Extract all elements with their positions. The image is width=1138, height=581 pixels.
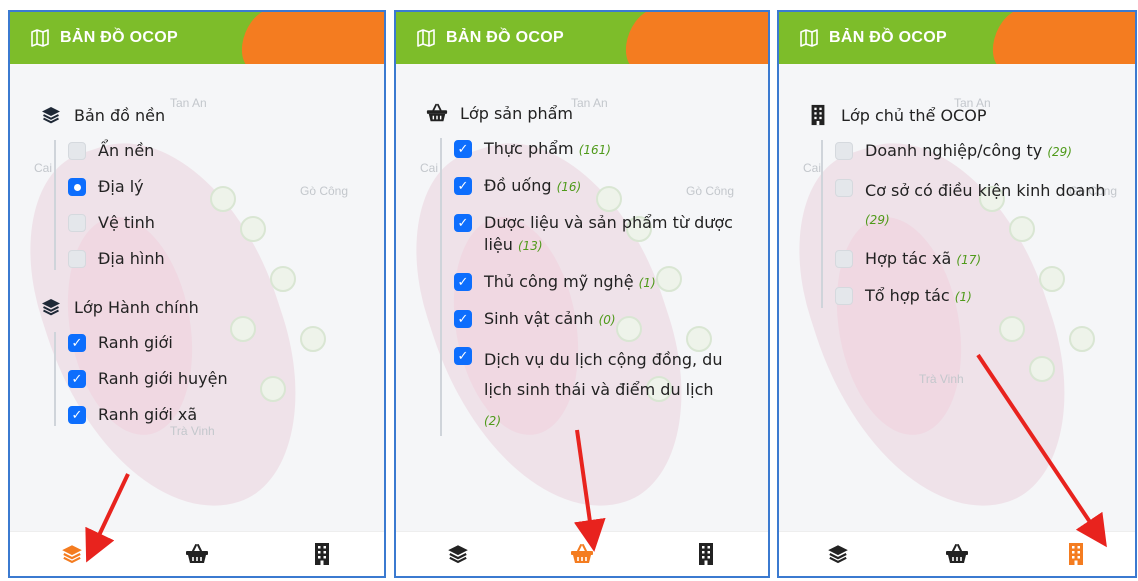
layer-toolbar <box>779 531 1135 576</box>
count-badge: (1) <box>638 276 656 290</box>
toolbar-basket-button[interactable] <box>942 539 972 569</box>
checkbox-checked[interactable]: ✓ <box>454 310 472 328</box>
admin-option-commune-boundary[interactable]: ✓ Ranh giới xã <box>68 404 374 426</box>
basket-icon <box>571 544 593 563</box>
count-badge: (29) <box>1047 145 1072 159</box>
section-admin-label: Lớp Hành chính <box>74 297 199 317</box>
count-badge: (1) <box>954 290 972 304</box>
count-badge: (17) <box>956 253 982 267</box>
map-icon <box>31 29 49 47</box>
entity-option-cooperative[interactable]: Hợp tác xã (17) <box>835 248 1127 271</box>
app-header: BẢN ĐỒ OCOP <box>396 12 768 64</box>
section-products-label: Lớp sản phẩm <box>460 103 573 123</box>
product-option-handicraft[interactable]: ✓ Thủ công mỹ nghệ (1) <box>454 271 746 294</box>
layers-icon <box>42 299 60 316</box>
app-header: BẢN ĐỒ OCOP <box>779 12 1135 64</box>
section-products-title: Lớp sản phẩm <box>426 102 746 124</box>
basemap-option-geography[interactable]: Địa lý <box>68 176 374 198</box>
building-icon <box>314 543 329 565</box>
basket-icon <box>945 544 968 563</box>
product-option-tourism[interactable]: ✓ Dịch vụ du lịch cộng đồng, du lịch sin… <box>454 345 746 436</box>
layers-icon <box>828 545 849 564</box>
basket-icon <box>185 544 208 563</box>
layer-panel-products: Tan An Gò Công Cai BẢN ĐỒ OCOP Lớp sản p… <box>394 10 770 578</box>
toolbar-basket-button[interactable] <box>182 539 212 569</box>
map-icon <box>417 29 435 47</box>
radio-selected[interactable] <box>68 178 86 196</box>
toolbar-layers-button[interactable] <box>443 539 473 569</box>
count-badge: (0) <box>598 313 616 327</box>
app-title: BẢN ĐỒ OCOP <box>446 29 564 46</box>
layer-toolbar <box>10 531 384 576</box>
product-option-drinks[interactable]: ✓ Đồ uống (16) <box>454 175 746 198</box>
building-icon <box>811 104 825 126</box>
building-icon <box>1068 543 1083 565</box>
entity-option-enterprise[interactable]: Doanh nghiệp/công ty (29) <box>835 140 1127 163</box>
checkbox-checked[interactable]: ✓ <box>454 347 472 365</box>
count-badge: (2) <box>484 414 501 428</box>
section-admin-title: Lớp Hành chính <box>40 296 374 318</box>
count-badge: (29) <box>865 213 890 227</box>
layers-icon <box>62 545 83 564</box>
count-badge: (16) <box>556 180 582 194</box>
toolbar-layers-button[interactable] <box>57 539 87 569</box>
basket-icon <box>426 103 448 122</box>
basemap-option-none[interactable]: Ẩn nền <box>68 140 374 162</box>
radio-unselected[interactable] <box>68 142 86 160</box>
checkbox-checked[interactable]: ✓ <box>454 214 472 232</box>
layer-panel-ocop-entities: Tan An Gò Công Cai Trà Vinh BẢN ĐỒ OCOP … <box>777 10 1137 578</box>
map-icon <box>800 29 818 47</box>
product-option-food[interactable]: ✓ Thực phẩm (161) <box>454 138 746 161</box>
entity-option-business-establishment[interactable]: Cơ sở có điều kiện kinh doanh (29) <box>835 177 1127 234</box>
product-options: ✓ Thực phẩm (161) ✓ Đồ uống (16) ✓ Dược … <box>440 138 746 436</box>
toolbar-building-button[interactable] <box>307 539 337 569</box>
admin-option-district-boundary[interactable]: ✓ Ranh giới huyện <box>68 368 374 390</box>
section-basemap-label: Bản đồ nền <box>74 105 166 125</box>
layers-icon <box>448 545 468 564</box>
app-title: BẢN ĐỒ OCOP <box>829 29 947 46</box>
count-badge: (13) <box>517 239 543 253</box>
checkbox-checked[interactable]: ✓ <box>454 177 472 195</box>
app-title: BẢN ĐỒ OCOP <box>60 29 178 46</box>
radio-unselected[interactable] <box>68 250 86 268</box>
checkbox-unchecked[interactable] <box>835 142 853 160</box>
section-entities-label: Lớp chủ thể OCOP <box>841 105 987 125</box>
product-option-ornamental[interactable]: ✓ Sinh vật cảnh (0) <box>454 308 746 331</box>
layers-icon <box>42 107 60 124</box>
checkbox-checked[interactable]: ✓ <box>454 140 472 158</box>
toolbar-building-button[interactable] <box>1061 539 1091 569</box>
app-header: BẢN ĐỒ OCOP <box>10 12 384 64</box>
layer-panel-basemap: Tan An Gò Công Cai Trà Vinh BẢN ĐỒ OCOP … <box>8 10 386 578</box>
admin-option-boundary[interactable]: ✓ Ranh giới <box>68 332 374 354</box>
layer-toolbar <box>396 531 768 576</box>
checkbox-unchecked[interactable] <box>835 250 853 268</box>
section-basemap-title: Bản đồ nền <box>40 104 374 126</box>
toolbar-layers-button[interactable] <box>823 539 853 569</box>
checkbox-checked[interactable]: ✓ <box>68 406 86 424</box>
admin-options: ✓ Ranh giới ✓ Ranh giới huyện ✓ Ranh giớ… <box>54 332 374 426</box>
checkbox-checked[interactable]: ✓ <box>68 334 86 352</box>
radio-unselected[interactable] <box>68 214 86 232</box>
entity-option-cooperative-group[interactable]: Tổ hợp tác (1) <box>835 285 1127 308</box>
checkbox-unchecked[interactable] <box>835 287 853 305</box>
checkbox-unchecked[interactable] <box>835 179 853 197</box>
map-label-tra-vinh: Trà Vinh <box>919 372 964 386</box>
entity-options: Doanh nghiệp/công ty (29) Cơ sở có điều … <box>821 140 1127 308</box>
basemap-options: Ẩn nền Địa lý Vệ tinh Địa hình <box>54 140 374 270</box>
basemap-option-terrain[interactable]: Địa hình <box>68 248 374 270</box>
building-icon <box>699 543 713 565</box>
toolbar-basket-button[interactable] <box>567 539 597 569</box>
toolbar-building-button[interactable] <box>691 539 721 569</box>
checkbox-checked[interactable]: ✓ <box>454 273 472 291</box>
product-option-herbal[interactable]: ✓ Dược liệu và sản phẩm từ dược liệu (13… <box>454 212 746 257</box>
section-entities-title: Lớp chủ thể OCOP <box>807 104 1127 126</box>
checkbox-checked[interactable]: ✓ <box>68 370 86 388</box>
count-badge: (161) <box>578 143 611 157</box>
basemap-option-satellite[interactable]: Vệ tinh <box>68 212 374 234</box>
